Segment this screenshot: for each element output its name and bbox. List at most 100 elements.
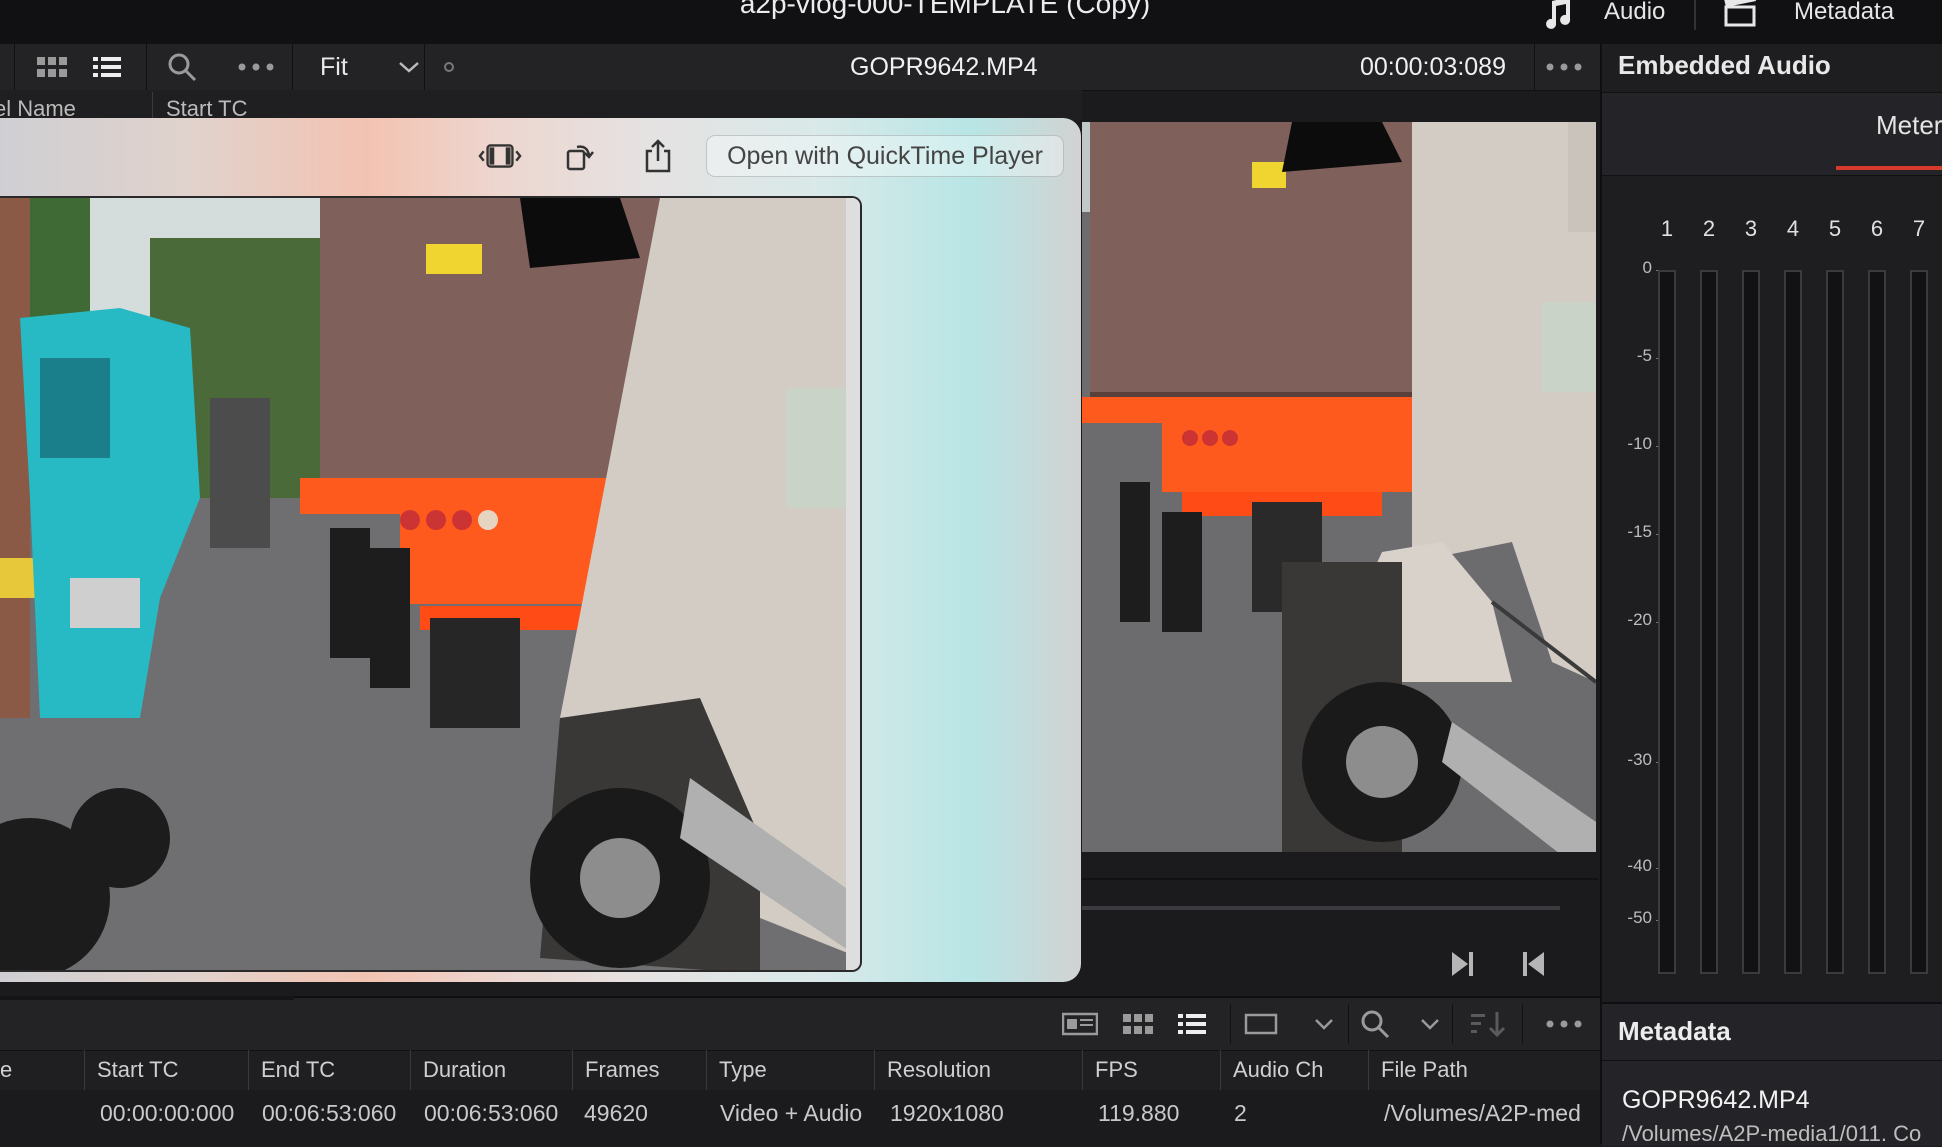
metadata-view-button[interactable] xyxy=(1060,1004,1100,1044)
metadata-label: Metadata xyxy=(1794,0,1895,25)
source-viewer[interactable] xyxy=(1082,122,1596,852)
channel-label: 5 xyxy=(1828,216,1842,241)
meters-tab[interactable]: Meters xyxy=(1876,110,1942,141)
clip-name: GOPR9642.MP4 xyxy=(850,53,1038,81)
next-frame-button[interactable] xyxy=(1446,948,1478,980)
clapper-icon xyxy=(1724,0,1756,27)
audio-tab[interactable]: Audio xyxy=(1540,0,1665,32)
column-header-frames[interactable]: Frames xyxy=(572,1050,706,1090)
meter-scale-label: -40 xyxy=(1627,856,1652,875)
divider xyxy=(1694,0,1696,30)
browser-options-button[interactable] xyxy=(1542,1004,1586,1044)
cell-frames: 49620 xyxy=(584,1100,648,1126)
share-icon xyxy=(645,139,671,173)
viewer-options-button[interactable] xyxy=(1544,44,1584,90)
audio-meter-bar xyxy=(1868,270,1886,974)
thumbnail-view-button[interactable] xyxy=(1118,1004,1158,1044)
column-header-resolution[interactable]: Resolution xyxy=(874,1050,1082,1090)
embedded-audio-title: Embedded Audio xyxy=(1618,50,1831,80)
column-header-clip-name[interactable]: e xyxy=(0,1050,84,1090)
cell-duration: 00:06:53:060 xyxy=(424,1100,559,1126)
zoom-dropdown[interactable]: Fit xyxy=(320,44,420,90)
audio-meter-bar xyxy=(1784,270,1802,974)
divider xyxy=(1230,1004,1231,1044)
previous-frame-button[interactable] xyxy=(1518,948,1550,980)
list-view-icon xyxy=(93,57,121,77)
divider xyxy=(292,44,293,90)
frame-size-icon xyxy=(1244,1013,1278,1035)
cell-type: Video + Audio xyxy=(720,1100,863,1126)
chevron-down-icon xyxy=(1421,1019,1439,1030)
quick-look-preview[interactable] xyxy=(0,196,862,972)
metadata-filename: GOPR9642.MP4 xyxy=(1622,1086,1810,1114)
sort-icon xyxy=(1471,1012,1506,1038)
column-header-start-tc[interactable]: Start TC xyxy=(84,1050,248,1090)
channel-label: 3 xyxy=(1744,216,1758,241)
audio-panel xyxy=(1600,44,1942,1144)
channel-label: 7 xyxy=(1912,216,1926,241)
divider xyxy=(1522,1004,1523,1044)
more-icon xyxy=(1546,1020,1582,1028)
more-options-button[interactable] xyxy=(236,44,276,90)
divider xyxy=(424,44,425,90)
metadata-title: Metadata xyxy=(1618,1016,1731,1046)
cell-start-tc: 00:00:00:000 xyxy=(100,1100,235,1126)
browser-search-button[interactable] xyxy=(1360,1004,1440,1044)
divider xyxy=(1602,1060,1942,1061)
column-header-audio-ch[interactable]: Audio Ch xyxy=(1220,1050,1368,1090)
metadata-path: /Volumes/A2P-media1/011. Co xyxy=(1622,1121,1922,1146)
meter-scale-label: -5 xyxy=(1636,346,1652,365)
chevron-down-icon xyxy=(1315,1019,1333,1030)
column-header-duration[interactable]: Duration xyxy=(410,1050,572,1090)
clip-size-dropdown[interactable] xyxy=(1244,1004,1334,1044)
rotate-button[interactable] xyxy=(558,138,602,174)
open-with-quicktime-button[interactable]: Open with QuickTime Player xyxy=(706,135,1064,177)
metadata-view-icon xyxy=(1062,1012,1098,1036)
list-view-icon xyxy=(1178,1014,1206,1034)
meter-scale-label: -15 xyxy=(1627,522,1652,541)
divider xyxy=(0,996,294,1000)
channel-label: 1 xyxy=(1660,216,1674,241)
list-view-button[interactable] xyxy=(90,44,124,90)
sort-button[interactable] xyxy=(1466,1004,1512,1044)
meter-scale-label: 0 xyxy=(1642,258,1652,277)
search-button[interactable] xyxy=(164,44,200,90)
marker-dot-icon[interactable] xyxy=(444,62,454,72)
scrubber-bar[interactable] xyxy=(1082,906,1560,910)
metadata-tab[interactable]: Metadata xyxy=(1722,0,1894,32)
cell-file-path: /Volumes/A2P-med xyxy=(1384,1100,1581,1126)
channel-label: 6 xyxy=(1870,216,1884,241)
audio-meter-bar xyxy=(1700,270,1718,974)
meter-scale-label: -30 xyxy=(1627,750,1652,769)
trim-icon xyxy=(478,144,522,168)
channel-label: 4 xyxy=(1786,216,1800,241)
zoom-value: Fit xyxy=(320,52,348,81)
audio-meter-bar xyxy=(1910,270,1928,974)
audio-label: Audio xyxy=(1604,0,1666,25)
search-icon xyxy=(168,53,197,82)
timecode-display: 00:00:03:089 xyxy=(1360,53,1506,81)
divider xyxy=(1534,44,1535,90)
meter-scale-label: -20 xyxy=(1627,610,1652,629)
audio-meter-bar xyxy=(1826,270,1844,974)
divider xyxy=(1452,1004,1453,1044)
next-frame-icon xyxy=(1452,952,1473,976)
column-header-file-path[interactable]: File Path xyxy=(1368,1050,1600,1090)
column-header-end-tc[interactable]: End TC xyxy=(248,1050,410,1090)
column-header-fps[interactable]: FPS xyxy=(1082,1050,1220,1090)
trim-button[interactable] xyxy=(478,138,522,174)
rotate-icon xyxy=(566,145,594,171)
divider xyxy=(14,44,15,90)
meter-scale-label: -50 xyxy=(1627,908,1652,927)
divider xyxy=(1082,878,1598,880)
preview-frame-image xyxy=(0,198,860,970)
column-header-type[interactable]: Type xyxy=(706,1050,874,1090)
list-view-button[interactable] xyxy=(1172,1004,1212,1044)
active-tab-indicator xyxy=(1836,166,1942,170)
cell-fps: 119.880 xyxy=(1098,1100,1180,1126)
cell-end-tc: 00:06:53:060 xyxy=(262,1100,397,1126)
grid-view-button[interactable] xyxy=(34,44,70,90)
share-button[interactable] xyxy=(636,138,680,174)
media-pool-header xyxy=(0,90,1082,120)
cell-resolution: 1920x1080 xyxy=(890,1100,1004,1126)
